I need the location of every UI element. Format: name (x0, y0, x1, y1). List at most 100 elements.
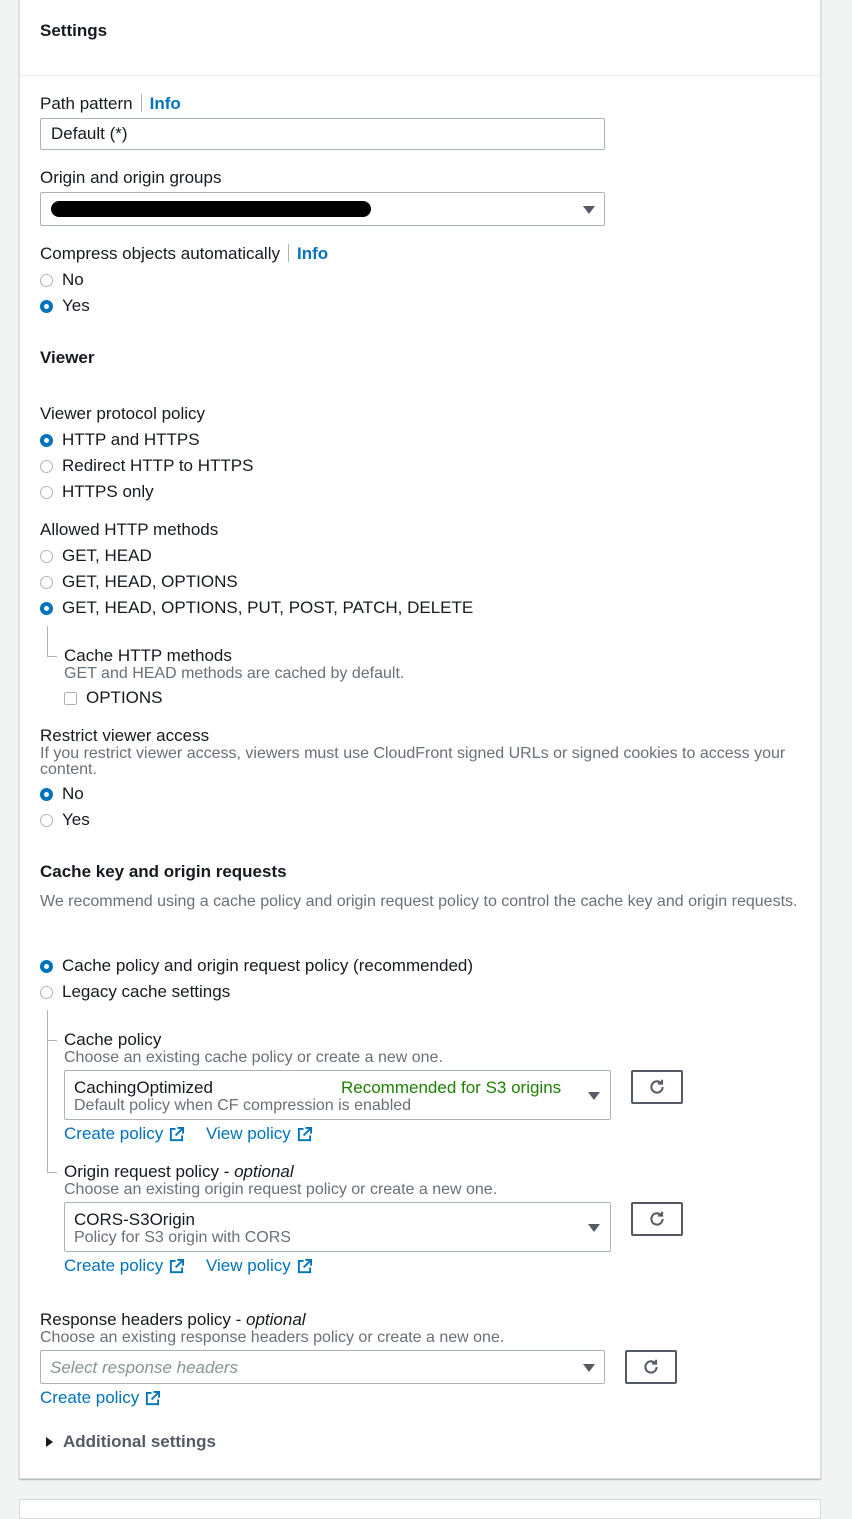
restrict-option-no[interactable]: No (40, 784, 84, 804)
origin-request-selected-name: CORS-S3Origin (74, 1210, 195, 1229)
origin-label: Origin and origin groups (40, 168, 222, 187)
option-label: No (62, 270, 84, 289)
methods-option-all[interactable]: GET, HEAD, OPTIONS, PUT, POST, PATCH, DE… (40, 598, 473, 618)
compress-option-yes[interactable]: Yes (40, 296, 90, 316)
recommended-badge: Recommended for S3 origins (341, 1078, 562, 1097)
external-link-icon (297, 1127, 312, 1142)
refresh-icon (642, 1358, 660, 1376)
path-pattern-info-link[interactable]: Info (150, 94, 181, 113)
tree-line (47, 1010, 48, 1172)
response-headers-select[interactable]: Select response headers (40, 1350, 605, 1384)
restrict-option-yes[interactable]: Yes (40, 810, 90, 830)
cache-policy-select[interactable]: CachingOptimized Recommended for S3 orig… (64, 1070, 611, 1120)
link-text: View policy (206, 1124, 291, 1143)
response-headers-create-link[interactable]: Create policy (40, 1388, 160, 1408)
compress-label: Compress objects automatically Info (40, 244, 328, 264)
link-text: Create policy (64, 1124, 164, 1143)
cache-methods-label: Cache HTTP methods (64, 646, 232, 665)
cache-methods-description: GET and HEAD methods are cached by defau… (64, 665, 405, 682)
redacted-origin-value (51, 201, 371, 217)
cache-policy-create-link[interactable]: Create policy (64, 1124, 184, 1144)
cache-policy-description: Choose an existing cache policy or creat… (64, 1049, 443, 1066)
path-pattern-field[interactable]: Default (*) (40, 118, 605, 150)
chevron-down-icon (583, 1364, 595, 1372)
option-label: Cache policy and origin request policy (… (62, 956, 474, 975)
compress-info-link[interactable]: Info (297, 244, 328, 263)
origin-request-create-link[interactable]: Create policy (64, 1256, 184, 1276)
cache-key-description: We recommend using a cache policy and or… (40, 893, 798, 910)
methods-option-get-head-options[interactable]: GET, HEAD, OPTIONS (40, 572, 238, 592)
response-headers-placeholder: Select response headers (50, 1358, 239, 1377)
origin-request-selected-description: Policy for S3 origin with CORS (74, 1229, 291, 1246)
radio-button[interactable] (40, 459, 53, 473)
cache-option-legacy[interactable]: Legacy cache settings (40, 982, 230, 1002)
path-pattern-label: Path pattern Info (40, 94, 181, 114)
protocol-option-http-https[interactable]: HTTP and HTTPS (40, 430, 200, 450)
cache-option-policy[interactable]: Cache policy and origin request policy (… (40, 956, 473, 976)
label-text: Origin request policy (64, 1162, 219, 1181)
radio-button-selected[interactable] (40, 959, 53, 973)
external-link-icon (297, 1259, 312, 1274)
options-checkbox[interactable] (64, 691, 77, 705)
next-panel (19, 1499, 821, 1519)
additional-settings-toggle[interactable]: Additional settings (46, 1432, 216, 1452)
protocol-option-redirect[interactable]: Redirect HTTP to HTTPS (40, 456, 253, 476)
viewer-protocol-label: Viewer protocol policy (40, 404, 206, 423)
caret-right-icon (46, 1437, 53, 1447)
settings-title: Settings (40, 21, 108, 40)
additional-settings-label: Additional settings (63, 1432, 216, 1451)
radio-button[interactable] (40, 813, 53, 827)
external-link-icon (145, 1391, 160, 1406)
origin-request-refresh-button[interactable] (631, 1202, 683, 1236)
methods-option-get-head[interactable]: GET, HEAD (40, 546, 152, 566)
cache-policy-label: Cache policy (64, 1030, 162, 1049)
response-headers-description: Choose an existing response headers poli… (40, 1329, 505, 1346)
tree-line (47, 1172, 57, 1173)
external-link-icon (169, 1259, 184, 1274)
allowed-methods-label: Allowed HTTP methods (40, 520, 219, 539)
option-label: Legacy cache settings (62, 982, 231, 1001)
refresh-icon (648, 1210, 666, 1228)
protocol-option-https-only[interactable]: HTTPS only (40, 482, 154, 502)
label-dash: - (218, 1162, 235, 1181)
external-link-icon (169, 1127, 184, 1142)
path-pattern-label-text: Path pattern (40, 94, 133, 113)
optional-tag: optional (246, 1310, 306, 1329)
option-label: GET, HEAD, OPTIONS, PUT, POST, PATCH, DE… (62, 598, 474, 617)
restrict-access-label: Restrict viewer access (40, 726, 210, 745)
origin-request-policy-label: Origin request policy - optional (64, 1162, 294, 1182)
origin-select[interactable] (40, 192, 605, 226)
radio-button-selected[interactable] (40, 433, 53, 447)
cache-options-checkbox-row[interactable]: OPTIONS (64, 688, 163, 708)
compress-option-no[interactable]: No (40, 270, 84, 290)
option-label: Redirect HTTP to HTTPS (62, 456, 254, 475)
label-text: Response headers policy (40, 1310, 231, 1329)
radio-button[interactable] (40, 273, 53, 287)
response-headers-refresh-button[interactable] (625, 1350, 677, 1384)
viewer-section-title: Viewer (40, 348, 95, 367)
cache-policy-view-link[interactable]: View policy (206, 1124, 312, 1144)
radio-button-selected[interactable] (40, 299, 53, 313)
radio-button[interactable] (40, 985, 53, 999)
response-headers-label: Response headers policy - optional (40, 1310, 306, 1330)
radio-button-selected[interactable] (40, 787, 53, 801)
origin-request-policy-select[interactable]: CORS-S3Origin Policy for S3 origin with … (64, 1202, 611, 1252)
compress-label-text: Compress objects automatically (40, 244, 280, 263)
panel-header: Settings (20, 0, 820, 76)
radio-button[interactable] (40, 549, 53, 563)
refresh-icon (648, 1078, 666, 1096)
radio-button[interactable] (40, 485, 53, 499)
restrict-access-description: If you restrict viewer access, viewers m… (40, 745, 786, 778)
cache-key-section-title: Cache key and origin requests (40, 862, 287, 881)
chevron-down-icon (583, 206, 595, 214)
chevron-down-icon (588, 1224, 600, 1232)
radio-button[interactable] (40, 575, 53, 589)
checkbox-label: OPTIONS (86, 688, 163, 707)
link-text: Create policy (64, 1256, 164, 1275)
cache-policy-refresh-button[interactable] (631, 1070, 683, 1104)
chevron-down-icon (588, 1092, 600, 1100)
radio-button-selected[interactable] (40, 601, 53, 615)
origin-request-view-link[interactable]: View policy (206, 1256, 312, 1276)
option-label: Yes (62, 810, 90, 829)
cache-policy-selected-description: Default policy when CF compression is en… (74, 1097, 412, 1114)
